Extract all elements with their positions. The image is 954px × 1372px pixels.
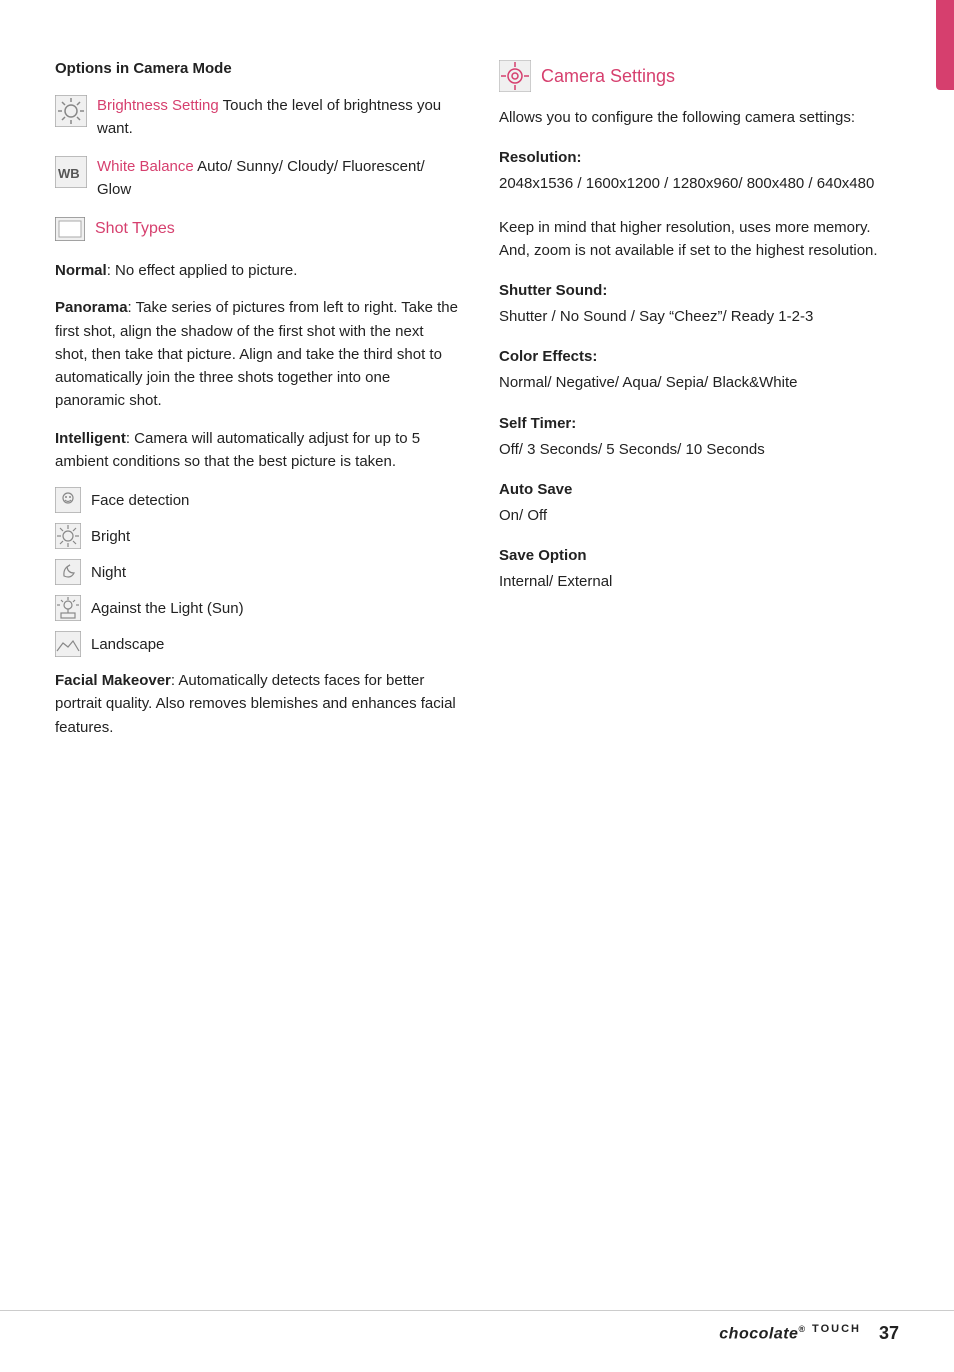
- footer: chocolate® TOUCH 37: [0, 1310, 954, 1344]
- svg-text:WB: WB: [58, 166, 80, 181]
- footer-page-number: 37: [879, 1323, 899, 1344]
- resolution-label: Resolution:: [499, 149, 899, 166]
- right-column: Camera Settings Allows you to configure …: [499, 60, 899, 753]
- white-balance-row: WB White Balance Auto/ Sunny/ Cloudy/ Fl…: [55, 156, 459, 201]
- page-container: Options in Camera Mode: [0, 0, 954, 1372]
- shot-types-title: Shot Types: [95, 220, 175, 238]
- facial-makeover-term: Facial Makeover: [55, 672, 171, 689]
- brand-name: chocolate: [719, 1326, 798, 1343]
- color-effects-block: Color Effects: Normal/ Negative/ Aqua/ S…: [499, 348, 899, 394]
- shutter-sound-block: Shutter Sound: Shutter / No Sound / Say …: [499, 282, 899, 328]
- self-timer-value: Off/ 3 Seconds/ 5 Seconds/ 10 Seconds: [499, 438, 899, 461]
- sub-item-against-light: Against the Light (Sun): [55, 595, 459, 621]
- save-option-block: Save Option Internal/ External: [499, 547, 899, 593]
- against-light-label: Against the Light (Sun): [91, 600, 244, 617]
- section-title: Options in Camera Mode: [55, 60, 459, 77]
- sub-item-landscape: Landscape: [55, 631, 459, 657]
- shot-types-header: Shot Types: [55, 217, 459, 241]
- color-effects-label: Color Effects:: [499, 348, 899, 365]
- white-balance-label: White Balance: [97, 158, 194, 175]
- pink-tab: [936, 0, 954, 90]
- intro-text: Allows you to configure the following ca…: [499, 106, 899, 129]
- face-detection-label: Face detection: [91, 492, 189, 509]
- shutter-sound-value: Shutter / No Sound / Say “Cheez”/ Ready …: [499, 305, 899, 328]
- normal-entry: Normal: No effect applied to picture.: [55, 259, 459, 282]
- save-option-value: Internal/ External: [499, 570, 899, 593]
- face-detection-icon: [55, 487, 81, 513]
- brightness-icon: [55, 95, 87, 127]
- sub-item-night: Night: [55, 559, 459, 585]
- shot-types-icon: [55, 217, 85, 241]
- two-column-layout: Options in Camera Mode: [55, 60, 899, 753]
- brightness-label: Brightness Setting: [97, 97, 219, 114]
- normal-term: Normal: [55, 262, 107, 279]
- white-balance-text: White Balance Auto/ Sunny/ Cloudy/ Fluor…: [97, 156, 459, 201]
- intro-block: Allows you to configure the following ca…: [499, 106, 899, 129]
- left-column: Options in Camera Mode: [55, 60, 459, 753]
- shutter-sound-label: Shutter Sound:: [499, 282, 899, 299]
- camera-settings-header: Camera Settings: [499, 60, 899, 92]
- auto-save-label: Auto Save: [499, 481, 899, 498]
- night-icon: [55, 559, 81, 585]
- camera-settings-title: Camera Settings: [541, 66, 675, 87]
- save-option-label: Save Option: [499, 547, 899, 564]
- resolution-note: Keep in mind that higher resolution, use…: [499, 216, 899, 263]
- brightness-text: Brightness Setting Touch the level of br…: [97, 95, 459, 140]
- against-light-icon: [55, 595, 81, 621]
- white-balance-icon: WB: [55, 156, 87, 188]
- self-timer-label: Self Timer:: [499, 415, 899, 432]
- sub-item-face-detection: Face detection: [55, 487, 459, 513]
- auto-save-block: Auto Save On/ Off: [499, 481, 899, 527]
- auto-save-value: On/ Off: [499, 504, 899, 527]
- brand-touch: TOUCH: [812, 1323, 861, 1335]
- color-effects-value: Normal/ Negative/ Aqua/ Sepia/ Black&Whi…: [499, 371, 899, 394]
- footer-brand: chocolate® TOUCH: [719, 1323, 861, 1343]
- camera-settings-icon: [499, 60, 531, 92]
- bright-label: Bright: [91, 528, 130, 545]
- intelligent-term: Intelligent: [55, 430, 126, 447]
- brightness-row: Brightness Setting Touch the level of br…: [55, 95, 459, 140]
- self-timer-block: Self Timer: Off/ 3 Seconds/ 5 Seconds/ 1…: [499, 415, 899, 461]
- bright-icon: [55, 523, 81, 549]
- panorama-entry: Panorama: Take series of pictures from l…: [55, 296, 459, 412]
- resolution-note-block: Keep in mind that higher resolution, use…: [499, 216, 899, 263]
- landscape-icon: [55, 631, 81, 657]
- normal-desc: : No effect applied to picture.: [107, 262, 298, 279]
- resolution-block: Resolution: 2048x1536 / 1600x1200 / 1280…: [499, 149, 899, 195]
- resolution-value: 2048x1536 / 1600x1200 / 1280x960/ 800x48…: [499, 172, 899, 195]
- facial-makeover-entry: Facial Makeover: Automatically detects f…: [55, 669, 459, 739]
- sub-item-bright: Bright: [55, 523, 459, 549]
- panorama-term: Panorama: [55, 299, 128, 316]
- night-label: Night: [91, 564, 126, 581]
- landscape-label: Landscape: [91, 636, 164, 653]
- intelligent-entry: Intelligent: Camera will automatically a…: [55, 427, 459, 474]
